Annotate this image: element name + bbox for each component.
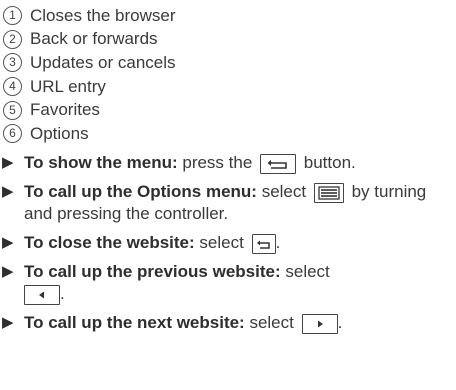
step-close-website-title: To close the website: (24, 233, 195, 252)
triangle-bullet-icon: ▶ (2, 154, 14, 171)
triangle-bullet-icon: ▶ (2, 234, 14, 251)
step-show-menu-post: button. (303, 153, 356, 172)
right-triangle-icon (301, 313, 338, 334)
step-next-website-title: To call up the next website: (24, 313, 245, 332)
step-close-website: ▶ To close the website: select . (2, 232, 452, 254)
step-close-website-pre: select (199, 233, 244, 252)
triangle-bullet-icon: ▶ (2, 183, 14, 200)
step-next-website-post: . (337, 313, 343, 332)
step-options-menu-title: To call up the Options menu: (24, 182, 257, 201)
triangle-bullet-icon: ▶ (2, 314, 14, 331)
step-show-menu-pre: press the (182, 153, 253, 172)
legend-text-4: URL entry (30, 76, 106, 96)
legend-item-1: 1 Closes the browser (3, 4, 176, 28)
step-close-website-post: . (275, 233, 281, 252)
step-next-website: ▶ To call up the next website: select . (2, 312, 452, 334)
legend-item-2: 2 Back or forwards (3, 28, 176, 52)
callout-number-1: 1 (3, 6, 22, 26)
legend-text-5: Favorites (30, 100, 100, 120)
legend-item-6: 6 Options (3, 122, 176, 146)
back-button-icon (251, 233, 276, 254)
instruction-steps: ▶ To show the menu: press the button. ▶ … (2, 152, 452, 341)
callout-number-3: 3 (3, 53, 22, 73)
legend-item-4: 4 URL entry (3, 75, 176, 99)
callout-number-4: 4 (3, 77, 22, 97)
back-button-icon (260, 153, 297, 174)
legend-text-2: Back or forwards (30, 29, 158, 49)
legend-text-1: Closes the browser (30, 5, 176, 25)
legend-list: 1 Closes the browser 2 Back or forwards … (3, 4, 176, 146)
step-previous-website-pre: select (285, 262, 330, 281)
legend-item-3: 3 Updates or cancels (3, 51, 176, 75)
left-triangle-icon (24, 284, 60, 305)
step-show-menu-title: To show the menu: (24, 153, 178, 172)
step-previous-website: ▶ To call up the previous website: selec… (2, 261, 452, 305)
callout-number-5: 5 (3, 100, 22, 120)
step-options-menu-pre: select (261, 182, 307, 201)
triangle-bullet-icon: ▶ (2, 263, 14, 280)
step-previous-website-title: To call up the previous website: (24, 262, 281, 281)
menu-lines-icon (313, 182, 344, 203)
callout-number-6: 6 (3, 124, 22, 144)
legend-item-5: 5 Favorites (3, 98, 176, 122)
step-options-menu: ▶ To call up the Options menu: select by… (2, 181, 452, 225)
legend-text-3: Updates or cancels (30, 52, 176, 72)
step-show-menu: ▶ To show the menu: press the button. (2, 152, 452, 174)
step-next-website-pre: select (249, 313, 294, 332)
legend-text-6: Options (30, 123, 89, 143)
step-previous-website-post: . (60, 284, 65, 303)
callout-number-2: 2 (3, 29, 22, 49)
